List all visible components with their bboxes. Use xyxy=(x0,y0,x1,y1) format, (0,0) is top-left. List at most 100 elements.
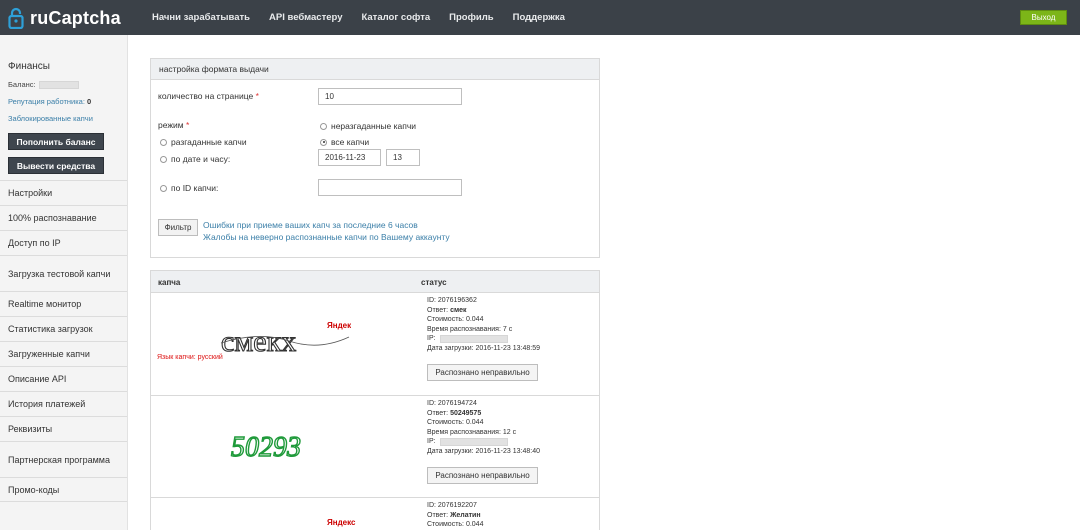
padlock-icon xyxy=(8,7,24,29)
sidebar-item-requisites[interactable]: Реквизиты xyxy=(0,416,127,441)
radio-all-label: все капчи xyxy=(331,137,370,147)
blocked-captchas-link[interactable]: Заблокированные капчи xyxy=(8,114,93,123)
sidebar-item-promo-codes[interactable]: Промо-коды xyxy=(0,477,127,502)
info-date: Дата загрузки: 2016-11-23 13:48:40 xyxy=(427,447,540,457)
info-label: Стоимость: xyxy=(427,521,464,528)
logo-text: ruCaptcha xyxy=(30,7,121,28)
captcha-language: Язык капчи: русский xyxy=(157,354,223,361)
date-input[interactable]: 2016-11-23 xyxy=(318,149,381,166)
captcha-id-input[interactable] xyxy=(318,179,462,196)
hour-input[interactable]: 13 xyxy=(386,149,420,166)
ip-masked xyxy=(439,437,508,446)
ip-masked xyxy=(439,334,508,343)
balance-masked xyxy=(38,80,79,89)
table-row: 50293 ID: 2076194724 Ответ: 50249575 Сто… xyxy=(151,396,599,498)
info-label: ID: xyxy=(427,400,436,407)
info-answer: Ответ: Желатин xyxy=(427,511,483,521)
info-label: Время распознавания: xyxy=(427,428,501,436)
sidebar-item-upload-stats[interactable]: Статистика загрузок xyxy=(0,316,127,341)
main-nav: Начни зарабатывать API вебмастеру Катало… xyxy=(152,0,584,35)
col-captcha: капча xyxy=(158,278,181,287)
sidebar-item-ip-access[interactable]: Доступ по IP xyxy=(0,230,127,255)
info-ip: IP: xyxy=(427,334,540,344)
sidebar-item-realtime-monitor[interactable]: Realtime монитор xyxy=(0,291,127,316)
radio-all[interactable]: все капчи xyxy=(320,137,369,147)
reputation-value: 0 xyxy=(87,97,92,106)
radio-solved-label: разгаданные капчи xyxy=(171,137,247,147)
filter-button[interactable]: Фильтр xyxy=(158,219,198,236)
filter-panel-title: настройка формата выдачи xyxy=(151,59,599,80)
per-page-input[interactable]: 10 xyxy=(318,88,462,105)
finance-title: Финансы xyxy=(8,61,50,72)
table-header: капча статус xyxy=(151,271,599,293)
radio-circle xyxy=(160,138,167,146)
info-label: Стоимость: xyxy=(427,419,464,426)
nav-profile[interactable]: Профиль xyxy=(449,12,493,23)
radio-circle-selected xyxy=(320,138,327,146)
errors-link[interactable]: Ошибки при приеме ваших капч за последни… xyxy=(203,220,418,230)
radio-unsolved[interactable]: неразгаданные капчи xyxy=(320,121,416,131)
info-value: 0.044 xyxy=(465,316,484,323)
balance-label: Баланс: xyxy=(8,80,36,89)
info-value: 12 с xyxy=(502,428,517,436)
info-label: Дата загрузки: xyxy=(427,447,474,455)
radio-solved[interactable]: разгаданные капчи xyxy=(160,137,247,147)
topup-balance-button[interactable]: Пополнить баланс xyxy=(8,133,104,150)
sidebar-item-100-recognition[interactable]: 100% распознавание xyxy=(0,205,127,230)
info-value: 2076196362 xyxy=(437,297,477,304)
info-label: ID: xyxy=(427,502,436,509)
balance-line: Баланс: xyxy=(8,80,79,89)
withdraw-funds-button[interactable]: Вывести средства xyxy=(8,157,104,174)
nav-api-webmaster[interactable]: API вебмастеру xyxy=(269,12,342,23)
sidebar-item-payment-history[interactable]: История платежей xyxy=(0,391,127,416)
info-value: 0.044 xyxy=(465,419,484,426)
sidebar-item-api-docs[interactable]: Описание API xyxy=(0,366,127,391)
report-wrong-button[interactable]: Распознано неправильно xyxy=(427,467,538,484)
sidebar-item-test-upload[interactable]: Загрузка тестовой капчи xyxy=(0,255,127,291)
table-row: Яндекс смекх Язык капчи: русский ID: 207… xyxy=(151,293,599,396)
info-id: ID: 2076194724 xyxy=(427,399,540,409)
info-id: ID: 2076196362 xyxy=(427,296,540,306)
info-value: 0.044 xyxy=(465,521,484,528)
info-date: Дата загрузки: 2016-11-23 13:48:59 xyxy=(427,344,540,354)
per-page-label: количество на странице * xyxy=(158,91,259,101)
info-label: IP: xyxy=(427,438,436,445)
info-label: Ответ: xyxy=(427,306,449,314)
col-status: статус xyxy=(421,278,447,287)
reputation-line[interactable]: Репутация работника: 0 xyxy=(8,97,91,106)
mode-label: режим * xyxy=(158,120,189,130)
report-wrong-button[interactable]: Распознано неправильно xyxy=(427,364,538,381)
info-cost: Стоимость: 0.044 xyxy=(427,418,540,428)
captcha-info: ID: 2076196362 Ответ: смек Стоимость: 0.… xyxy=(427,296,540,353)
sidebar: Финансы Баланс: Репутация работника: 0 З… xyxy=(0,35,128,530)
info-label: Время распознавания: xyxy=(427,325,501,333)
top-bar: ruCaptcha Начни зарабатывать API вебмаст… xyxy=(0,0,1080,35)
sidebar-item-settings[interactable]: Настройки xyxy=(0,180,127,205)
sidebar-item-uploaded-captchas[interactable]: Загруженные капчи xyxy=(0,341,127,366)
required-mark: * xyxy=(186,120,190,130)
nav-start-earning[interactable]: Начни зарабатывать xyxy=(152,12,250,23)
nav-software-catalog[interactable]: Каталог софта xyxy=(361,12,430,23)
captcha-image: Яндекс смекх xyxy=(220,321,351,357)
info-label: Ответ: xyxy=(427,511,449,519)
info-cost: Стоимость: 0.044 xyxy=(427,520,483,530)
logo[interactable]: ruCaptcha xyxy=(8,6,121,30)
info-label: Дата загрузки: xyxy=(427,344,474,352)
captcha-image: Яндекс xyxy=(327,518,356,527)
nav-support[interactable]: Поддержка xyxy=(513,12,565,23)
info-label: Стоимость: xyxy=(427,316,464,323)
logout-button[interactable]: Выход xyxy=(1020,10,1067,25)
radio-by-date[interactable]: по дате и часу: xyxy=(160,154,230,164)
complaints-link[interactable]: Жалобы на неверно распознанные капчи по … xyxy=(203,232,450,242)
info-value: 2076192207 xyxy=(437,502,477,509)
info-value: 2076194724 xyxy=(437,400,477,407)
radio-by-id[interactable]: по ID капчи: xyxy=(160,183,218,193)
radio-circle xyxy=(320,122,327,130)
info-value: 50249575 xyxy=(450,409,482,417)
info-label: Ответ: xyxy=(427,409,449,417)
sidebar-item-affiliate[interactable]: Партнерская программа xyxy=(0,441,127,477)
radio-by-id-label: по ID капчи: xyxy=(171,183,219,193)
yandex-brand: Яндекс xyxy=(327,518,356,527)
captcha-image-text: 50293 xyxy=(231,432,301,463)
captcha-table: капча статус Яндекс смекх Язык капчи: ру… xyxy=(150,270,600,530)
